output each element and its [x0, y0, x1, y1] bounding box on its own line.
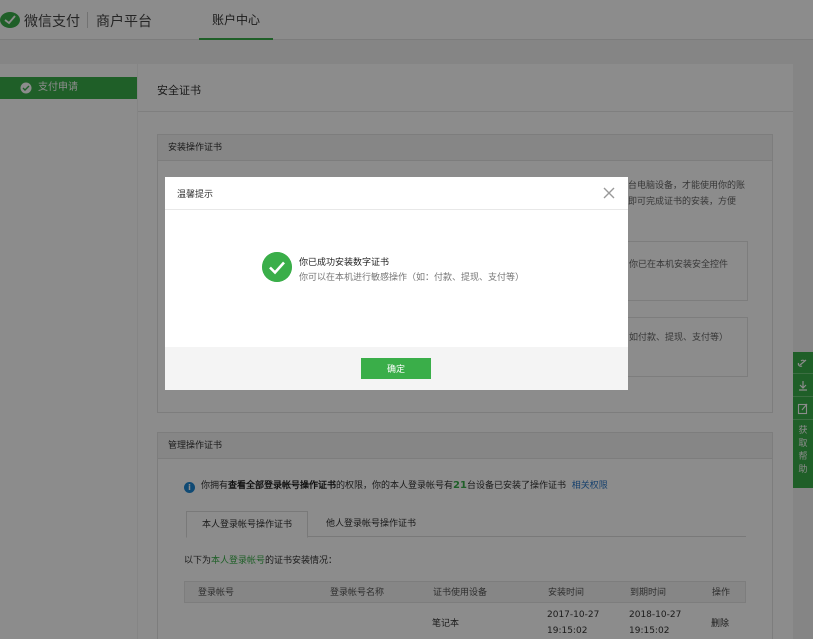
- success-message-title: 你已成功安装数字证书: [299, 258, 390, 268]
- dialog-header: 温馨提示: [165, 177, 628, 210]
- dialog-footer: 确定: [165, 347, 628, 390]
- dialog-body: 你已成功安装数字证书 你可以在本机进行敏感操作（如：付款、提现、支付等）: [165, 210, 628, 347]
- confirm-button[interactable]: 确定: [361, 358, 431, 379]
- success-dialog: 温馨提示 你已成功安装数字证书 你可以在本机进行敏感操作（如：付款、提现、支付等…: [165, 177, 628, 390]
- success-message-detail: 你可以在本机进行敏感操作（如：付款、提现、支付等）: [299, 273, 525, 283]
- success-check-icon: [262, 252, 292, 282]
- dialog-title: 温馨提示: [177, 190, 214, 200]
- close-icon[interactable]: [602, 186, 616, 200]
